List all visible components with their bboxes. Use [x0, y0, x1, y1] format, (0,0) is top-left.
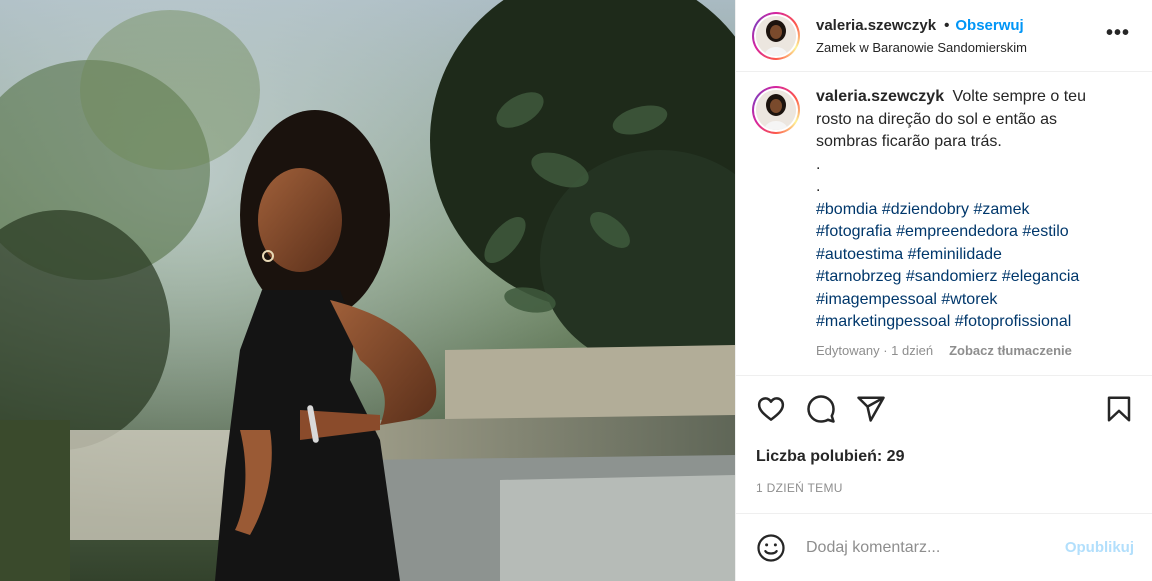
- caption-author-avatar[interactable]: [752, 86, 800, 134]
- author-username[interactable]: valeria.szewczyk: [816, 17, 936, 34]
- hashtag-link[interactable]: #feminilidade: [908, 246, 1002, 263]
- hashtag-link[interactable]: #dziendobry: [882, 201, 969, 218]
- post-photo[interactable]: [0, 0, 735, 581]
- comment-form: Opublikuj: [736, 513, 1152, 581]
- post-location[interactable]: Zamek w Baranowie Sandomierskim: [816, 40, 1027, 55]
- hashtag-link[interactable]: #fotografia: [816, 223, 892, 240]
- caption-meta: Edytowany · 1 dzień Zobacz tłumaczenie: [816, 340, 1116, 363]
- edited-label: Edytowany · 1 dzień: [816, 342, 934, 358]
- caption-author-avatar-image: [756, 90, 796, 130]
- hashtag-link[interactable]: #elegancia: [1002, 268, 1079, 285]
- post-timestamp[interactable]: 1 DZIEŃ TEMU: [736, 472, 1152, 517]
- caption-username[interactable]: valeria.szewczyk: [816, 88, 944, 105]
- emoji-icon[interactable]: [756, 533, 786, 563]
- caption-dot: .: [816, 155, 821, 173]
- post-photo-illustration: [0, 0, 735, 581]
- hashtag-link[interactable]: #bomdia: [816, 201, 877, 218]
- heart-icon[interactable]: [756, 394, 786, 424]
- follow-button[interactable]: Obserwuj: [955, 17, 1023, 34]
- hashtag-link[interactable]: #sandomierz: [906, 268, 998, 285]
- bookmark-icon[interactable]: [1104, 394, 1134, 424]
- hashtag-link[interactable]: #tarnobrzeg: [816, 268, 901, 285]
- hashtag-link[interactable]: #fotoprofissional: [955, 313, 1072, 330]
- caption-dot: .: [816, 178, 821, 195]
- post-header: valeria.szewczyk • Obserwuj Zamek w Bara…: [736, 0, 1152, 72]
- caption-text-block: valeria.szewczyk Volte sempre o teu rost…: [816, 86, 1116, 154]
- comment-icon[interactable]: [806, 394, 836, 424]
- send-icon[interactable]: [856, 394, 886, 424]
- hashtag-link[interactable]: #estilo: [1022, 223, 1068, 240]
- hashtag-link[interactable]: #empreendedora: [896, 223, 1018, 240]
- hashtag-link[interactable]: #wtorek: [941, 291, 997, 308]
- see-translation-button[interactable]: Zobacz tłumaczenie: [949, 340, 1072, 363]
- hashtag-link[interactable]: #zamek: [973, 201, 1029, 218]
- comment-input[interactable]: [806, 538, 1065, 557]
- publish-button[interactable]: Opublikuj: [1065, 539, 1134, 556]
- post-side-panel: valeria.szewczyk • Obserwuj Zamek w Bara…: [735, 0, 1152, 581]
- more-options-icon[interactable]: •••: [1106, 22, 1130, 45]
- hashtag-list: #bomdia #dziendobry #zamek #fotografia #…: [816, 199, 1116, 334]
- author-avatar[interactable]: [752, 11, 800, 60]
- likes-count[interactable]: Liczba polubień: 29: [736, 442, 1152, 472]
- hashtag-link[interactable]: #marketingpessoal: [816, 313, 950, 330]
- author-avatar-image: [756, 15, 796, 56]
- caption-section: valeria.szewczyk Volte sempre o teu rost…: [736, 72, 1152, 376]
- caption-body: valeria.szewczyk Volte sempre o teu rost…: [816, 86, 1116, 375]
- separator-dot: •: [944, 16, 950, 34]
- action-bar: [736, 376, 1152, 442]
- hashtag-link[interactable]: #imagempessoal: [816, 291, 937, 308]
- instagram-post: valeria.szewczyk • Obserwuj Zamek w Bara…: [0, 0, 1152, 581]
- hashtag-link[interactable]: #autoestima: [816, 246, 903, 263]
